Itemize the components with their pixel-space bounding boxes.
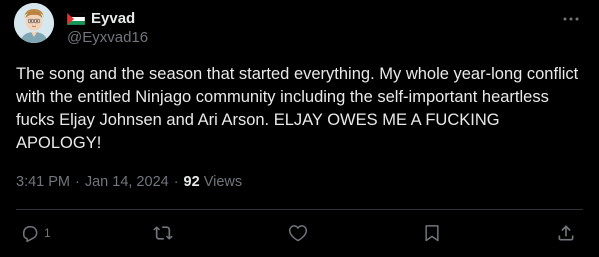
tweet-text: The song and the season that started eve… [16,65,579,152]
divider [16,209,583,210]
author-block: Eyvad @Eyxvad16 [66,8,148,46]
display-name[interactable]: Eyvad [91,10,135,27]
name-row: Eyvad [66,8,148,28]
action-bar: 1 [16,222,583,246]
views-label: Views [203,174,243,190]
like-button[interactable] [288,222,308,244]
bookmark-icon [425,225,439,242]
views-count[interactable]: 92 [184,174,200,190]
share-button[interactable] [556,222,576,244]
avatar[interactable] [14,3,54,43]
more-icon [563,17,579,21]
retweet-icon [153,226,173,240]
tweet-date[interactable]: Jan 14, 2024 [85,174,169,190]
share-icon [558,225,574,241]
avatar-image [14,3,54,43]
meta-separator: · [75,174,80,190]
tweet: Eyvad @Eyxvad16 The song and the season … [0,0,599,257]
reply-icon [23,226,38,243]
reply-count: 1 [44,226,51,240]
meta-separator-2: · [173,174,179,190]
more-options-button[interactable] [561,9,581,29]
tweet-time[interactable]: 3:41 PM [16,174,70,190]
reply-button[interactable]: 1 [20,222,51,244]
tweet-meta: 3:41 PM · Jan 14, 2024 · 92 Views [16,174,242,190]
bookmark-button[interactable] [422,222,442,244]
palestine-flag-icon [66,12,86,26]
like-icon [288,225,308,242]
user-handle[interactable]: @Eyxvad16 [67,29,148,46]
retweet-button[interactable] [153,222,173,244]
